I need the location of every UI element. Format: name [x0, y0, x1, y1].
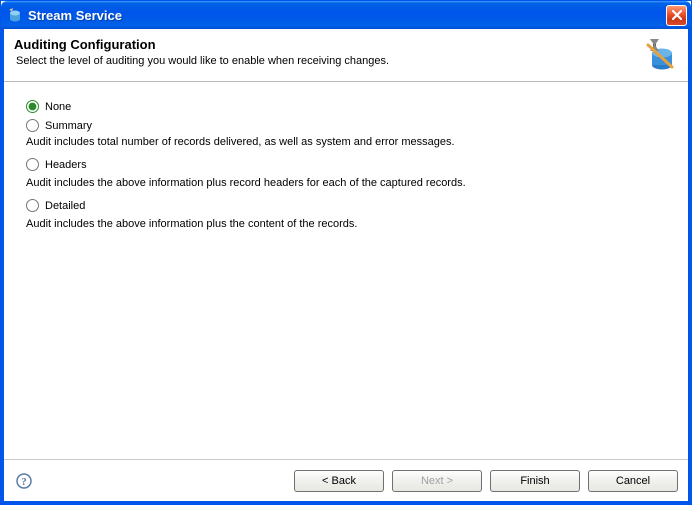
- option-headers[interactable]: Headers: [26, 158, 666, 171]
- close-icon: [671, 9, 683, 21]
- header-section: Auditing Configuration Select the level …: [4, 29, 688, 82]
- close-button[interactable]: [666, 5, 687, 26]
- window-title: Stream Service: [28, 8, 666, 23]
- titlebar: Stream Service: [1, 1, 691, 29]
- app-icon: [7, 7, 23, 23]
- client-area: Auditing Configuration Select the level …: [1, 29, 691, 504]
- help-icon: ?: [16, 473, 32, 489]
- detailed-description: Audit includes the above information plu…: [26, 218, 666, 230]
- headers-description: Audit includes the above information plu…: [26, 177, 666, 189]
- finish-button[interactable]: Finish: [490, 470, 580, 492]
- content-area: None Summary Audit includes total number…: [4, 82, 688, 459]
- page-title: Auditing Configuration: [14, 37, 640, 52]
- next-button: Next >: [392, 470, 482, 492]
- option-detailed[interactable]: Detailed: [26, 199, 666, 212]
- option-none[interactable]: None: [26, 100, 666, 113]
- radio-headers[interactable]: [26, 158, 39, 171]
- back-button[interactable]: < Back: [294, 470, 384, 492]
- radio-summary[interactable]: [26, 119, 39, 132]
- option-summary[interactable]: Summary: [26, 119, 666, 132]
- radio-headers-label: Headers: [45, 159, 87, 171]
- svg-text:?: ?: [21, 476, 27, 488]
- radio-detailed-label: Detailed: [45, 200, 85, 212]
- header-wizard-icon: [640, 37, 676, 73]
- radio-none-label: None: [45, 101, 71, 113]
- help-button[interactable]: ?: [16, 473, 32, 489]
- button-bar: ? < Back Next > Finish Cancel: [4, 459, 688, 501]
- radio-summary-label: Summary: [45, 120, 92, 132]
- radio-detailed[interactable]: [26, 199, 39, 212]
- page-subtitle: Select the level of auditing you would l…: [14, 55, 640, 67]
- header-text: Auditing Configuration Select the level …: [14, 37, 640, 67]
- cancel-button[interactable]: Cancel: [588, 470, 678, 492]
- radio-none[interactable]: [26, 100, 39, 113]
- summary-description: Audit includes total number of records d…: [26, 136, 666, 148]
- dialog-window: Stream Service Auditing Configuration Se…: [0, 0, 692, 505]
